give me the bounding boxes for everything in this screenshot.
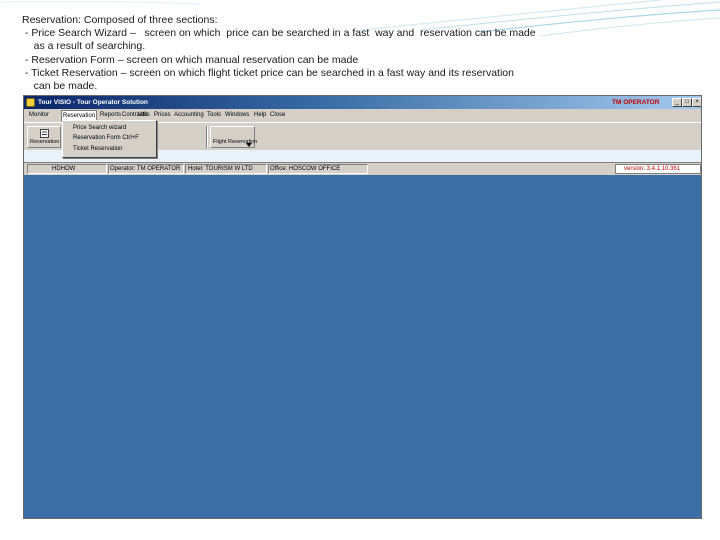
toolbar-separator <box>206 126 208 148</box>
app-titlebar[interactable]: Tour VISIO - Tour Operator Solution TM O… <box>24 96 701 109</box>
menu-item-price-search-wizard[interactable]: Price Search wizard <box>73 124 126 133</box>
menu-item-reservation-form[interactable]: Reservation Form Ctrl+F <box>73 134 139 143</box>
app-icon <box>26 98 35 107</box>
menu-close[interactable]: Close <box>270 109 285 122</box>
status-hotel: Hotel: TOURISM W LTD <box>188 166 253 172</box>
status-office: Office: HOSCOW OFFICE <box>270 166 341 172</box>
app-title: Tour VISIO - Tour Operator Solution <box>38 99 148 106</box>
menu-accounting[interactable]: Accounting <box>174 109 204 122</box>
chevron-down-icon[interactable] <box>246 143 252 147</box>
status-workstation: HDHOW <box>52 166 76 172</box>
slide-line: can be made. <box>22 80 98 93</box>
reservation-tool-label: Reservation <box>30 139 60 145</box>
slide-line: - Reservation Form – screen on which man… <box>22 53 359 66</box>
reservation-tool-button[interactable]: Reservation <box>27 126 61 148</box>
slide-line: as a result of searching. <box>22 40 146 53</box>
slide-line: - Price Search Wizard – screen on which … <box>22 27 536 40</box>
menu-tools[interactable]: Tools <box>207 109 221 122</box>
status-version: version: 3.4.1.10.361 <box>615 164 701 174</box>
menu-windows[interactable]: Windows <box>225 109 249 122</box>
maximize-button[interactable]: □ <box>682 98 692 107</box>
status-operator: Operator: TM OPERATOR <box>110 166 181 172</box>
reservation-icon <box>40 129 49 138</box>
menu-help[interactable]: Help <box>254 109 266 122</box>
menu-monitor[interactable]: Monitor <box>29 109 49 122</box>
app-screenshot: Tour VISIO - Tour Operator Solution TM O… <box>23 95 702 519</box>
reservation-dropdown-menu: Price Search wizard Reservation Form Ctr… <box>62 120 157 158</box>
status-bar: HDHOW Operator: TM OPERATOR Hotel: TOURI… <box>24 162 701 175</box>
slide-body-text: Reservation: Composed of three sections:… <box>22 14 662 93</box>
mdi-workspace <box>24 175 701 518</box>
minimize-button[interactable]: _ <box>672 98 682 107</box>
operator-label: TM OPERATOR <box>612 99 660 106</box>
slide-line: Reservation: Composed of three sections: <box>22 14 218 26</box>
slide-line: - Ticket Reservation – screen on which f… <box>22 66 514 79</box>
menu-item-ticket-reservation[interactable]: Ticket Reservation <box>73 145 122 154</box>
close-button[interactable]: × <box>692 98 701 107</box>
